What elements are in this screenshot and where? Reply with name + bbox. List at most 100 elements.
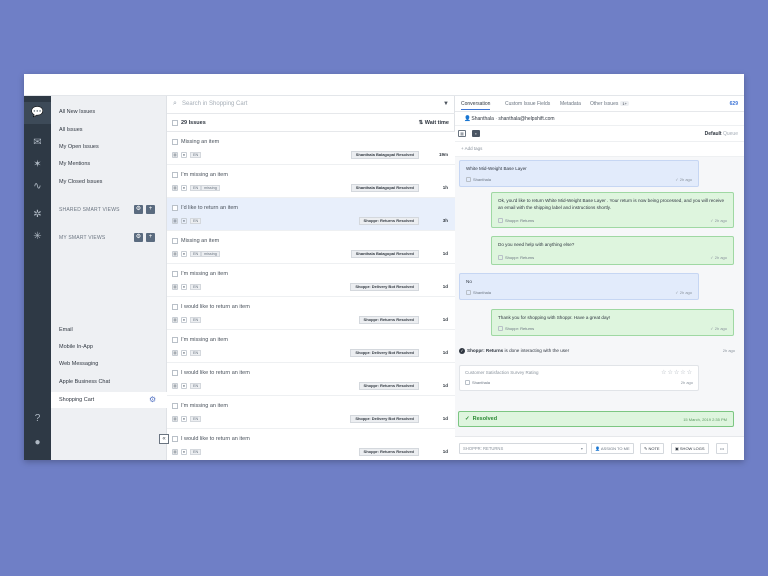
app-window: 💬 ✉ ✶ ∿ ✲ ✳ ? ● All New Issues All Issue… [24, 74, 744, 460]
my-smart-views-heading: MY SMART VIEWS [59, 235, 106, 241]
avatar [498, 218, 503, 224]
row-checkbox[interactable] [172, 304, 178, 310]
add-tags-link[interactable]: + Add tags [461, 146, 482, 151]
row-checkbox[interactable] [172, 205, 178, 211]
sort-wait-time-label: Wait time [424, 120, 449, 126]
star-rating-icon: ☆☆☆☆☆ [661, 370, 693, 376]
queue-selector[interactable]: Default Queue [705, 131, 738, 137]
nav-my-open-issues[interactable]: My Open Issues [51, 139, 167, 155]
chat-icon[interactable]: 💬 [31, 106, 44, 119]
note-button[interactable]: ✎ NOTE [640, 443, 664, 454]
table-row[interactable]: I would like to return an item ▦ ● EN Shoppr… [167, 297, 455, 330]
check-icon: ✓ [465, 416, 470, 422]
message-area: White Mid-Weight Base Layer Shanthala ✓ … [455, 156, 744, 436]
message-text: Ok, you'd like to return White Mid-Weigh… [498, 198, 724, 210]
tab-other-issues-label: Other Issues [590, 101, 619, 107]
row-title: I would like to return an item [181, 370, 250, 376]
search-bar[interactable]: ⌕ Search in Shopping Cart ▼ [167, 96, 455, 114]
tab-other-issues[interactable]: Other Issues 1+ [590, 101, 629, 107]
queue-label: Queue [722, 131, 738, 137]
megaphone-icon[interactable]: ✉ [31, 136, 44, 149]
row-checkbox[interactable] [172, 271, 178, 277]
shared-smart-views-heading: SHARED SMART VIEWS [59, 207, 120, 213]
row-checkbox[interactable] [172, 436, 178, 442]
grid-icon: ▦ [172, 449, 178, 455]
nav-all-new-issues[interactable]: All New Issues [51, 104, 167, 120]
integrations-icon[interactable]: ✳ [31, 230, 44, 243]
analytics-icon[interactable]: ∿ [31, 180, 44, 193]
grid-icon: ▦ [172, 185, 178, 191]
search-input[interactable]: Search in Shopping Cart [182, 101, 247, 107]
my-settings-icon[interactable]: ⚙ [134, 233, 143, 242]
grid-icon: ▦ [172, 416, 178, 422]
sort-wait-time[interactable]: ⇅ Wait time [419, 120, 449, 126]
table-row[interactable]: I'm missing an item ▦ ● EN Shoppr: Delivery … [167, 264, 455, 297]
bot-icon[interactable]: ✶ [31, 158, 44, 171]
table-row[interactable]: I'm missing an item ▦ ● EN missing Shanthala … [167, 165, 455, 198]
table-row[interactable]: I would like to return an item ▦ ● EN Shoppr… [167, 363, 455, 396]
message-text: Thank you for shopping with Shoppr. Have… [498, 315, 611, 320]
shared-add-icon[interactable]: + [146, 205, 155, 214]
settings-icon[interactable]: ✲ [31, 208, 44, 221]
table-row[interactable]: Missing an item ▦ ● EN Shanthala Balagopal R… [167, 132, 455, 165]
tab-metadata[interactable]: Metadata [560, 101, 581, 107]
icon-rail: 💬 ✉ ✶ ∿ ✲ ✳ ? ● [24, 96, 51, 460]
message-sender: Shoppr: Returns [498, 325, 534, 332]
shared-settings-icon[interactable]: ⚙ [134, 205, 143, 214]
system-event: ✓ Shoppr: Returns is done interacting wit… [459, 345, 735, 357]
user-icon[interactable]: ● [31, 436, 44, 449]
row-checkbox[interactable] [172, 337, 178, 343]
select-all-checkbox[interactable] [172, 120, 178, 126]
nav-my-mentions[interactable]: My Mentions [51, 156, 167, 172]
row-age: 1d [442, 317, 448, 322]
nav-email[interactable]: Email [51, 322, 167, 338]
my-add-icon[interactable]: + [146, 233, 155, 242]
grid-icon: ▦ [172, 251, 178, 257]
channel-icon: ● [181, 251, 187, 257]
nav-my-closed-issues[interactable]: My Closed Issues [51, 174, 167, 190]
nav-all-issues[interactable]: All Issues [51, 122, 167, 138]
row-age: 19m [438, 152, 448, 157]
collapse-icon[interactable]: « [159, 434, 169, 444]
tab-conversation[interactable]: Conversation [461, 101, 491, 110]
row-checkbox[interactable] [172, 403, 178, 409]
customer-email: shanthala@helpshift.com [498, 116, 555, 122]
tab-custom-issue-fields[interactable]: Custom Issue Fields [505, 101, 550, 107]
more-button[interactable]: ••• [716, 443, 729, 454]
language-tag: EN [190, 284, 202, 290]
assign-to-me-button[interactable]: 👤 ASSIGN TO ME [591, 443, 634, 454]
chevron-down-icon[interactable]: ▼ [443, 101, 449, 107]
message-icon[interactable]: ▪ [472, 130, 480, 137]
nav-mobile-in-app[interactable]: Mobile In-App [51, 339, 167, 355]
row-assignee: Shanthala Balagopal Resolved [350, 184, 419, 192]
table-row[interactable]: Missing an item ▦ ● EN missing Shanthala Bala… [167, 231, 455, 264]
language-tag: EN [190, 383, 202, 389]
refresh-icon[interactable]: ⚙ [149, 396, 157, 404]
row-checkbox[interactable] [172, 370, 178, 376]
assignee-select[interactable]: SHOPPR: RETURNS ▾ [459, 443, 587, 454]
message-bubble: Ok, you'd like to return White Mid-Weigh… [491, 192, 734, 228]
message-text: No [466, 279, 472, 284]
nav-apple-business-chat[interactable]: Apple Business Chat [51, 374, 167, 390]
row-checkbox[interactable] [172, 238, 178, 244]
table-row[interactable]: I'm missing an item ▦ ● EN Shoppr: Delivery … [167, 330, 455, 363]
check-circle-icon: ✓ [459, 347, 465, 354]
row-checkbox[interactable] [172, 172, 178, 178]
row-title: I would like to return an item [181, 304, 250, 310]
sender-name: Shoppr: Returns [505, 326, 535, 331]
show-logs-button[interactable]: ▣ SHOW LOGS [671, 443, 709, 454]
help-icon[interactable]: ? [31, 412, 44, 425]
table-row[interactable]: I'd like to return an item ▦ ● EN Shoppr: Re… [167, 198, 455, 231]
row-title: I would like to return an item [181, 436, 250, 442]
channel-icon: ● [181, 284, 187, 290]
language-tag: EN [190, 251, 202, 257]
left-nav: All New Issues All Issues My Open Issues… [51, 96, 167, 460]
row-checkbox[interactable] [172, 139, 178, 145]
assign-label: ASSIGN TO ME [600, 446, 630, 451]
grid-icon[interactable]: ▦ [458, 130, 466, 137]
nav-web-messaging[interactable]: Web Messaging [51, 356, 167, 372]
table-row[interactable]: I would like to return an item ▦ ● EN Shoppr… [167, 429, 455, 460]
avatar [466, 290, 471, 296]
table-row[interactable]: I'm missing an item ▦ ● EN Shoppr: Delivery … [167, 396, 455, 429]
row-assignee: Shoppr: Delivery Bot Resolved [350, 283, 419, 291]
